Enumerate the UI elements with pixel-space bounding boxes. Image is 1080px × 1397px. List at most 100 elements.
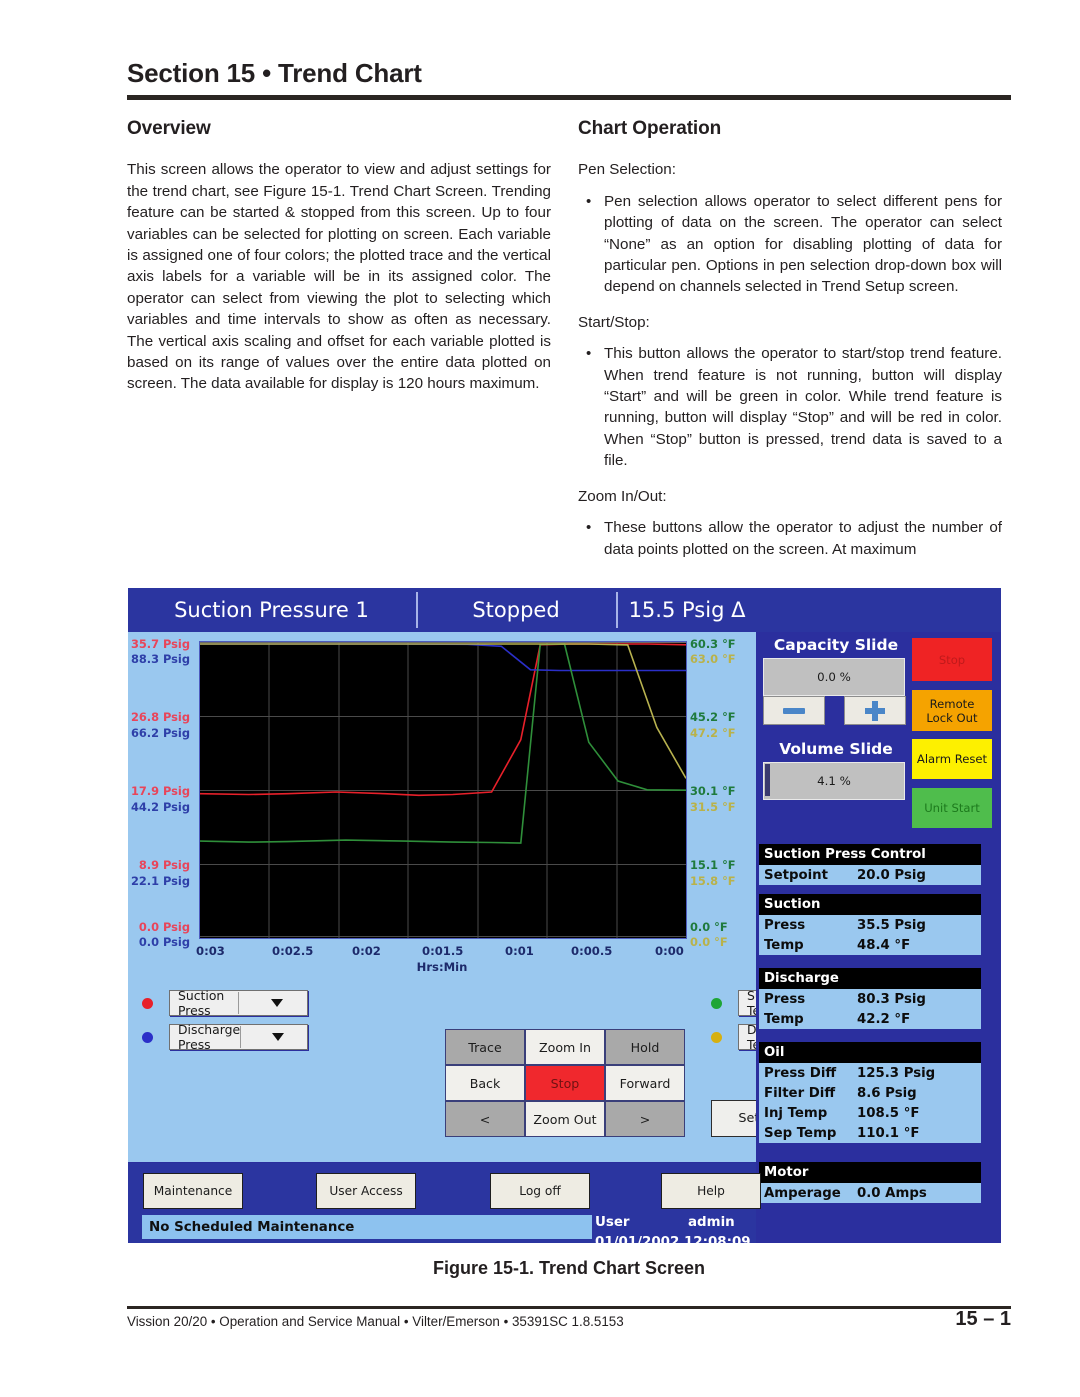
maintenance-button[interactable]: Maintenance	[143, 1173, 243, 1209]
row-value: 8.6 Psig	[857, 1085, 917, 1101]
capacity-decrease-button[interactable]	[763, 696, 825, 725]
unit-start-button[interactable]: Unit Start	[911, 787, 993, 829]
page-title: Section 15 • Trend Chart	[127, 58, 422, 88]
group-header: Discharge	[759, 968, 981, 989]
chevron-down-icon[interactable]	[240, 1026, 307, 1048]
y-tick-left-red-2: 26.8 Psig	[130, 710, 190, 724]
x-tick-0: 0:03	[196, 944, 225, 958]
row-value: 125.3 Psig	[857, 1065, 936, 1081]
user-label: User	[595, 1215, 630, 1230]
row-key: Setpoint	[764, 867, 828, 883]
footer-rule	[127, 1306, 1011, 1309]
y-tick-right-yellow-1: 63.0 °F	[690, 652, 736, 666]
remote-lock-out-label: Remote Lock Out	[926, 696, 978, 725]
row-key: Press	[764, 917, 806, 933]
start-stop-bullet: • This button allows the operator to sta…	[578, 343, 1002, 471]
y-tick-right-yellow-5: 0.0 °F	[690, 935, 728, 949]
y-tick-right-green-4: 15.1 °F	[690, 858, 736, 872]
hold-button[interactable]: Hold	[605, 1029, 685, 1065]
group-body: Amperage 0.0 Amps	[759, 1183, 981, 1203]
table-row: Temp 42.2 °F	[759, 1009, 981, 1029]
chart-operation-heading: Chart Operation	[578, 118, 722, 139]
pen-dropdown-2[interactable]: Discharge Press	[169, 1022, 308, 1052]
row-key: Inj Temp	[764, 1105, 828, 1121]
y-tick-right-yellow-3: 31.5 °F	[690, 800, 736, 814]
prev-button[interactable]: <	[445, 1101, 525, 1137]
pen-selection-text: Pen selection allows operator to select …	[604, 192, 1002, 296]
left-column: Overview This screen allows the operator…	[127, 118, 551, 408]
user-value: admin	[688, 1215, 735, 1230]
back-button[interactable]: Back	[445, 1065, 525, 1101]
group-body: Press 80.3 Psig Temp 42.2 °F	[759, 989, 981, 1029]
table-row: Temp 48.4 °F	[759, 935, 981, 955]
x-tick-5: 0:00.5	[571, 944, 613, 958]
trace-button[interactable]: Trace	[445, 1029, 525, 1065]
remote-lock-out-button[interactable]: Remote Lock Out	[911, 689, 993, 732]
y-tick-right-yellow-2: 47.2 °F	[690, 726, 736, 740]
series-discharge-press	[200, 643, 686, 672]
row-key: Amperage	[764, 1185, 841, 1201]
table-row: Sep Temp 110.1 °F	[759, 1123, 981, 1143]
y-tick-left-red-5: 0.0 Psig	[138, 920, 190, 934]
pen-color-dot-icon	[142, 997, 153, 1009]
bottom-bar: Maintenance User Access Log off Help No …	[128, 1163, 761, 1243]
pen-selection-lead: Pen Selection:	[578, 161, 676, 179]
pen-dropdown-2-label: Discharge Press	[178, 1022, 241, 1052]
row-key: Temp	[764, 1011, 804, 1027]
pen-color-dot-icon	[711, 997, 722, 1009]
overview-paragraph: This screen allows the operator to view …	[127, 161, 551, 393]
trend-chart-screen: Suction Pressure 1 Stopped 15.5 Psig Δ 3…	[128, 588, 1001, 1243]
row-key: Press	[764, 991, 806, 1007]
y-tick-right-green-2: 45.2 °F	[690, 710, 736, 724]
stop-button[interactable]: Stop	[525, 1065, 605, 1101]
plot-canvas	[200, 642, 686, 938]
manual-page: Section 15 • Trend Chart Overview This s…	[0, 0, 1080, 1397]
zoom-in-button[interactable]: Zoom In	[525, 1029, 605, 1065]
pen-dropdown-1[interactable]: Suction Press	[169, 988, 308, 1018]
group-header: Suction Press Control	[759, 844, 981, 865]
pen-dropdown-1-label: Suction Press	[178, 988, 225, 1018]
screen-titlebar: Suction Pressure 1 Stopped 15.5 Psig Δ	[128, 588, 1001, 632]
x-tick-2: 0:02	[352, 944, 381, 958]
row-value: 42.2 °F	[857, 1011, 911, 1027]
row-value: 110.1 °F	[857, 1125, 920, 1141]
zoom-out-button[interactable]: Zoom Out	[525, 1101, 605, 1137]
table-row: Amperage 0.0 Amps	[759, 1183, 981, 1203]
y-tick-left-blue-5: 0.0 Psig	[138, 935, 190, 949]
group-oil: Oil Press Diff 125.3 Psig Filter Diff 8.…	[759, 1042, 981, 1143]
figure-caption: Figure 15-1. Trend Chart Screen	[432, 1258, 706, 1278]
unit-stop-button[interactable]: Stop	[911, 637, 993, 682]
capacity-slide-title: Capacity Slide	[773, 636, 899, 654]
next-button[interactable]: >	[605, 1101, 685, 1137]
series-suction-press	[200, 643, 686, 797]
capacity-increase-button[interactable]	[844, 696, 906, 725]
channel-title: Suction Pressure 1	[174, 598, 369, 622]
group-motor: Motor Amperage 0.0 Amps	[759, 1162, 981, 1203]
trend-plot[interactable]	[199, 641, 687, 939]
user-access-button[interactable]: User Access	[316, 1173, 416, 1209]
y-tick-right-green-5: 0.0 °F	[690, 920, 728, 934]
row-key: Sep Temp	[764, 1125, 837, 1141]
group-discharge: Discharge Press 80.3 Psig Temp 42.2 °F	[759, 968, 981, 1029]
forward-button[interactable]: Forward	[605, 1065, 685, 1101]
table-row: Press 35.5 Psig	[759, 915, 981, 935]
group-body: Press Diff 125.3 Psig Filter Diff 8.6 Ps…	[759, 1063, 981, 1143]
log-off-button[interactable]: Log off	[490, 1173, 590, 1209]
pen-selector-1[interactable]: Suction Press	[142, 988, 308, 1018]
table-row: Filter Diff 8.6 Psig	[759, 1083, 981, 1103]
y-tick-left-blue-1: 88.3 Psig	[130, 652, 190, 666]
group-body: Setpoint 20.0 Psig	[759, 865, 981, 885]
y-tick-left-red-4: 8.9 Psig	[138, 858, 190, 872]
row-value: 35.5 Psig	[857, 917, 926, 933]
start-stop-lead: Start/Stop:	[578, 313, 650, 331]
pen-selector-2[interactable]: Discharge Press	[142, 1022, 308, 1052]
alarm-reset-button[interactable]: Alarm Reset	[911, 738, 993, 780]
y-tick-right-yellow-4: 15.8 °F	[690, 874, 736, 888]
chevron-down-icon[interactable]	[238, 992, 307, 1014]
series-discharge-temp	[200, 643, 686, 779]
table-row: Setpoint 20.0 Psig	[759, 865, 981, 885]
help-button[interactable]: Help	[661, 1173, 761, 1209]
trend-state: Stopped	[472, 598, 560, 622]
datetime: 01/01/2002 12:08:09	[595, 1235, 751, 1243]
maintenance-status: No Scheduled Maintenance	[142, 1215, 592, 1239]
